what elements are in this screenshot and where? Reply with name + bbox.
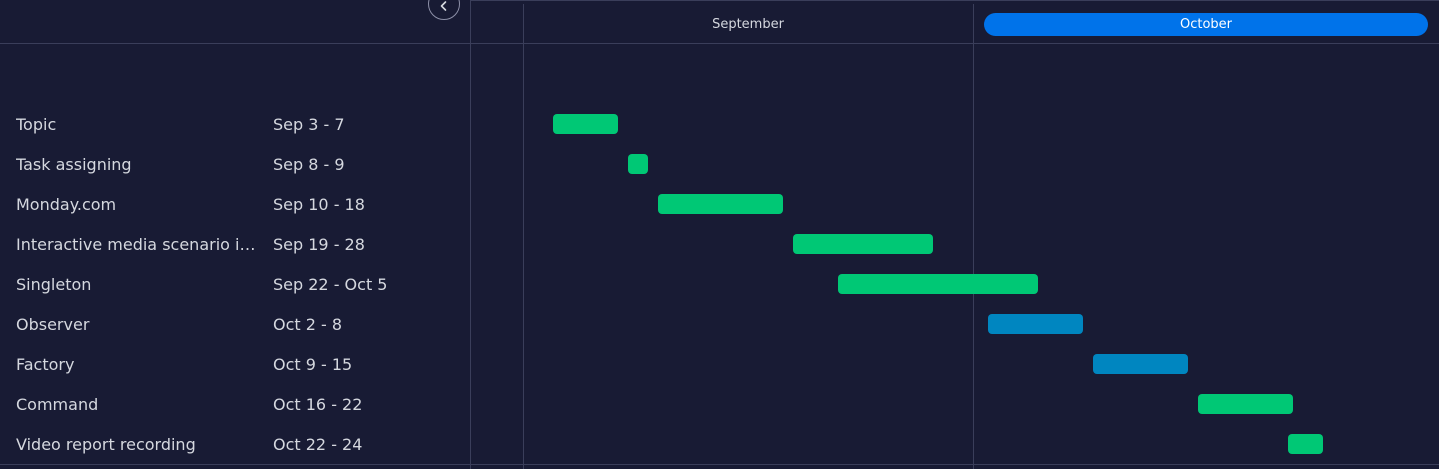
task-bar[interactable] [658, 194, 783, 214]
task-row[interactable]: Task assigning Sep 8 - 9 [0, 144, 471, 184]
task-dates: Sep 8 - 9 [273, 154, 345, 174]
month-october[interactable]: October [984, 13, 1428, 36]
task-bar[interactable] [1198, 394, 1293, 414]
task-name: Factory [16, 354, 75, 374]
task-name: Monday.com [16, 194, 117, 214]
task-dates: Sep 3 - 7 [273, 114, 345, 134]
task-row[interactable]: Topic Sep 3 - 7 [0, 104, 471, 144]
task-bar[interactable] [988, 314, 1083, 334]
task-row[interactable]: Singleton Sep 22 - Oct 5 [0, 264, 471, 304]
task-name: Topic [16, 114, 57, 134]
task-dates: Oct 16 - 22 [273, 394, 363, 414]
timeline-header: September October [471, 0, 1439, 44]
task-row[interactable]: Monday.com Sep 10 - 18 [0, 184, 471, 224]
task-dates: Sep 19 - 28 [273, 234, 365, 254]
task-dates: Oct 22 - 24 [273, 434, 363, 454]
task-list-panel: Topic Sep 3 - 7 Task assigning Sep 8 - 9 Mon… [0, 0, 471, 469]
month-september[interactable]: September [523, 13, 973, 36]
task-dates: Oct 9 - 15 [273, 354, 353, 374]
task-name: Command [16, 394, 99, 414]
task-bar[interactable] [553, 114, 618, 134]
timeline-panel: September October [471, 0, 1439, 469]
grid-divider [973, 4, 974, 469]
task-row[interactable]: Factory Oct 9 - 15 [0, 344, 471, 384]
task-dates: Oct 2 - 8 [273, 314, 343, 334]
gantt-view: Topic Sep 3 - 7 Task assigning Sep 8 - 9 Mon… [0, 0, 1439, 469]
task-name: Observer [16, 314, 90, 334]
task-name: Video report recording [16, 434, 196, 454]
task-bar[interactable] [793, 234, 933, 254]
chevron-left-icon [440, 1, 447, 11]
task-row[interactable]: Observer Oct 2 - 8 [0, 304, 471, 344]
task-dates: Sep 10 - 18 [273, 194, 365, 214]
task-dates: Sep 22 - Oct 5 [273, 274, 388, 294]
task-row[interactable]: Video report recording Oct 22 - 24 [0, 424, 471, 464]
task-name: Singleton [16, 274, 92, 294]
task-row[interactable]: Interactive media scenario inf... Sep 19 … [0, 224, 471, 264]
task-bar[interactable] [1093, 354, 1188, 374]
task-bar[interactable] [628, 154, 648, 174]
bottom-divider [0, 464, 1439, 465]
grid-divider [523, 4, 524, 469]
task-row[interactable]: Command Oct 16 - 22 [0, 384, 471, 424]
task-bar[interactable] [838, 274, 1038, 294]
task-bar[interactable] [1288, 434, 1323, 454]
task-list-header [0, 0, 471, 44]
task-name: Task assigning [16, 154, 132, 174]
task-name: Interactive media scenario inf... [16, 234, 260, 254]
